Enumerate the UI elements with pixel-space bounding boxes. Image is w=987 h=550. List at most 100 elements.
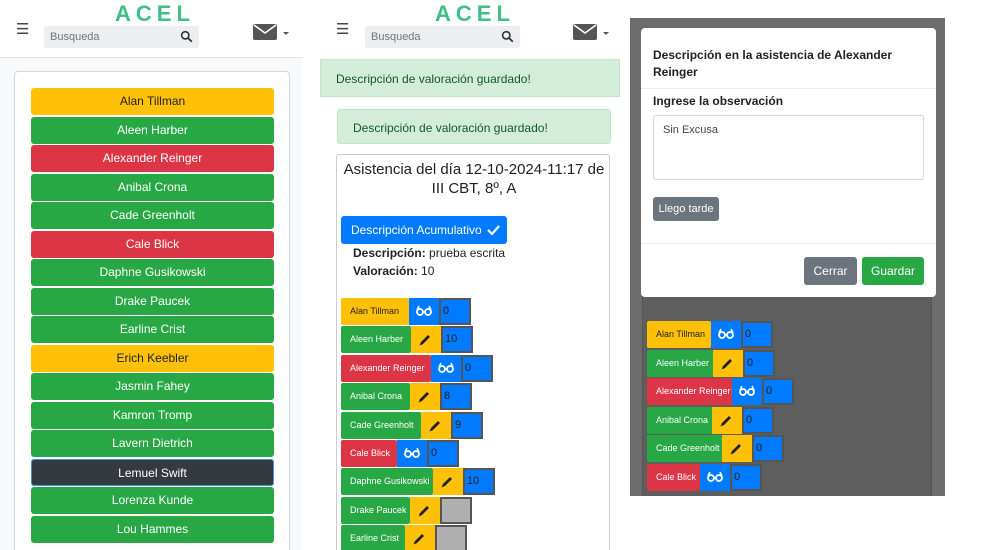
student-name[interactable]: Alan Tillman	[341, 298, 409, 325]
grade-value[interactable]: 0	[439, 298, 471, 325]
valoracion-value: 10	[421, 264, 435, 278]
description-value: prueba escrita	[429, 246, 506, 260]
student-button[interactable]: Erich Keebler	[31, 344, 274, 372]
student-name[interactable]: Anibal Crona	[647, 406, 712, 434]
pencil-icon[interactable]	[410, 496, 440, 524]
pencil-icon[interactable]	[433, 468, 463, 496]
student-name[interactable]: Cade Greenholt	[647, 435, 722, 462]
student-button[interactable]: Aleen Harber	[31, 116, 274, 144]
top-navbar: ☰ ACEL	[320, 0, 620, 58]
pencil-icon[interactable]	[722, 435, 752, 462]
mail-dropdown-icon[interactable]	[573, 22, 611, 42]
student-name[interactable]: Anibal Crona	[341, 383, 410, 411]
student-name[interactable]: Cale Blick	[647, 463, 700, 491]
search-box	[365, 26, 520, 48]
screen: ☰ ACEL Alan TillmanAleen HarberAlexander…	[0, 0, 987, 550]
glasses-icon[interactable]	[397, 440, 427, 467]
student-button[interactable]: Kamron Tromp	[31, 401, 274, 429]
student-list-panel: ☰ ACEL Alan TillmanAleen HarberAlexander…	[0, 0, 302, 550]
valoracion-line: Valoración: 10	[353, 264, 434, 278]
grade-value[interactable]: 0	[461, 354, 493, 382]
student-name[interactable]: Alexander Reinger	[341, 354, 431, 382]
student-button[interactable]: Earline Crist	[31, 316, 274, 343]
grade-value[interactable]: 0	[742, 406, 774, 434]
student-button[interactable]: Alan Tillman	[31, 88, 274, 115]
close-button[interactable]: Cerrar	[804, 257, 857, 285]
student-name[interactable]: Cale Blick	[341, 440, 397, 467]
app-logo: ACEL	[435, 1, 515, 26]
student-button[interactable]: Alexander Reinger	[31, 145, 274, 172]
observation-modal: Descripción en la asistencia de Alexande…	[641, 28, 936, 297]
grade-value[interactable]: 0	[743, 349, 775, 377]
attendance-card: Asistencia del día 12-10-2024-11:17 de I…	[336, 154, 610, 550]
modal-overlay-panel: Alan Tillman 0 Aleen Harber 0 Alexander Rein…	[630, 18, 945, 496]
glasses-icon[interactable]	[431, 354, 461, 382]
glasses-icon[interactable]	[700, 463, 730, 491]
student-button[interactable]: Drake Paucek	[31, 287, 274, 315]
modal-divider	[641, 88, 936, 89]
grade-value[interactable]: 0	[730, 463, 762, 491]
student-name[interactable]: Alexander Reinger	[647, 378, 732, 405]
app-logo: ACEL	[115, 1, 195, 26]
student-name[interactable]: Cade Greenholt	[341, 411, 421, 439]
student-button[interactable]: Cale Blick	[31, 230, 274, 258]
grade-value[interactable]	[435, 525, 467, 550]
top-navbar: ☰ ACEL	[0, 0, 302, 58]
student-name[interactable]: Aleen Harber	[341, 326, 411, 354]
description-line: Descripción: prueba escrita	[353, 246, 505, 260]
pencil-icon[interactable]	[410, 383, 440, 411]
glasses-icon[interactable]	[711, 321, 741, 348]
search-input[interactable]	[44, 26, 169, 48]
cumulative-description-label: Descripción Acumulativo	[351, 223, 482, 237]
observation-label: Ingrese la observación	[653, 94, 784, 108]
grade-value[interactable]: 0	[752, 435, 784, 462]
student-button[interactable]: Jasmin Fahey	[31, 373, 274, 400]
pencil-icon[interactable]	[421, 411, 451, 439]
grade-value[interactable]: 0	[427, 440, 459, 467]
student-name[interactable]: Aleen Harber	[647, 349, 713, 377]
student-button[interactable]: Cade Greenholt	[31, 202, 274, 229]
hamburger-menu-icon[interactable]: ☰	[336, 22, 349, 37]
student-button[interactable]: Daphne Gusikowski	[31, 259, 274, 286]
attendance-title: Asistencia del día 12-10-2024-11:17 de I…	[343, 161, 605, 197]
student-button[interactable]: Lavern Dietrich	[31, 430, 274, 457]
pencil-icon[interactable]	[713, 349, 743, 377]
student-button[interactable]: Lorenza Kunde	[31, 487, 274, 514]
check-icon	[487, 225, 500, 235]
grade-value[interactable]: 0	[741, 321, 773, 348]
student-name[interactable]: Drake Paucek	[341, 496, 410, 524]
glasses-icon[interactable]	[732, 378, 762, 405]
grade-value[interactable]: 10	[441, 326, 473, 354]
modal-footer-divider	[641, 243, 936, 244]
glasses-icon[interactable]	[409, 298, 439, 325]
save-button[interactable]: Guardar	[862, 257, 924, 285]
search-box	[44, 26, 199, 48]
search-input[interactable]	[365, 26, 490, 48]
mail-dropdown-icon[interactable]	[253, 22, 291, 42]
grade-value[interactable]	[440, 496, 472, 524]
grade-value[interactable]: 0	[762, 378, 794, 405]
student-name[interactable]: Daphne Gusikowski	[341, 468, 433, 496]
student-name[interactable]: Earline Crist	[341, 525, 405, 550]
student-button[interactable]: Anibal Crona	[31, 173, 274, 201]
grade-value[interactable]: 9	[451, 411, 483, 439]
student-button[interactable]: Lemuel Swift	[31, 458, 274, 486]
valoracion-label: Valoración:	[353, 264, 418, 278]
student-button[interactable]: Lou Hammes	[31, 515, 274, 543]
observation-textarea[interactable]: Sin Excusa	[653, 115, 924, 180]
modal-title: Descripción en la asistencia de Alexande…	[653, 48, 892, 79]
late-arrival-button[interactable]: Llego tarde	[653, 197, 719, 221]
hamburger-menu-icon[interactable]: ☰	[16, 22, 29, 37]
pencil-icon[interactable]	[712, 406, 742, 434]
cumulative-description-button[interactable]: Descripción Acumulativo	[341, 216, 507, 244]
student-name[interactable]: Alan Tillman	[647, 321, 711, 348]
pencil-icon[interactable]	[411, 326, 441, 354]
search-icon[interactable]	[501, 30, 514, 43]
pencil-icon[interactable]	[405, 525, 435, 550]
success-alert: Descripción de valoración guardado!	[320, 59, 620, 97]
search-icon[interactable]	[180, 30, 193, 43]
success-alert-inner: Descripción de valoración guardado!	[337, 109, 611, 144]
grade-value[interactable]: 10	[463, 468, 495, 496]
student-list-card: Alan Tillman Aleen Harber Alexander Reinge…	[14, 71, 290, 550]
grade-value[interactable]: 8	[440, 383, 472, 411]
